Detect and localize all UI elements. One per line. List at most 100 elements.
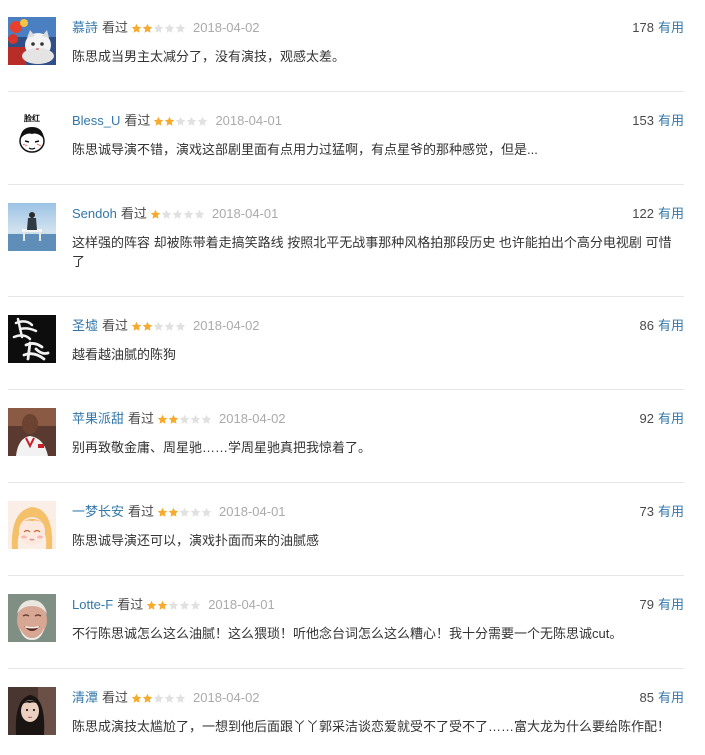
vote-area: 79 有用 bbox=[640, 594, 684, 616]
comment-item: 慕詩 看过 2018-04-02 178 有用 陈思成当男主太减分了，没有演技，… bbox=[8, 0, 684, 92]
watch-status: 看过 bbox=[128, 504, 155, 519]
star-icon bbox=[190, 600, 201, 611]
comment-date: 2018-04-02 bbox=[193, 20, 260, 35]
star-icon bbox=[164, 321, 175, 332]
useful-button[interactable]: 有用 bbox=[658, 408, 684, 430]
star-icon bbox=[161, 209, 172, 220]
watch-status: 看过 bbox=[117, 597, 144, 612]
comment-text: 陈思成当男主太减分了，没有演技，观感太差。 bbox=[72, 49, 346, 64]
star-icon bbox=[179, 414, 190, 425]
star-icon bbox=[175, 321, 186, 332]
user-avatar[interactable] bbox=[8, 203, 56, 251]
username-link[interactable]: Bless_U bbox=[72, 110, 120, 132]
useful-button[interactable]: 有用 bbox=[658, 501, 684, 523]
comment-meta: 苹果派甜 看过 2018-04-02 92 有用 bbox=[72, 408, 684, 430]
comment-date: 2018-04-02 bbox=[219, 411, 286, 426]
comment-meta: Lotte-F 看过 2018-04-01 79 有用 bbox=[72, 594, 684, 616]
useful-button[interactable]: 有用 bbox=[658, 17, 684, 39]
username-link[interactable]: 圣墟 bbox=[72, 315, 98, 337]
user-avatar[interactable] bbox=[8, 17, 56, 65]
username-link[interactable]: Lotte-F bbox=[72, 594, 113, 616]
vote-count: 85 bbox=[639, 690, 654, 705]
star-icon bbox=[179, 507, 190, 518]
comment-meta: 圣墟 看过 2018-04-02 86 有用 bbox=[72, 315, 684, 337]
avatar-caption: 脸红 bbox=[24, 113, 40, 123]
comment-content: 苹果派甜 看过 2018-04-02 92 有用 别再致敬金庸、周星驰……学周星… bbox=[72, 408, 684, 457]
user-avatar[interactable] bbox=[8, 594, 56, 642]
comment-meta: 一梦长安 看过 2018-04-01 73 有用 bbox=[72, 501, 684, 523]
star-icon bbox=[194, 209, 205, 220]
star-icon bbox=[197, 116, 208, 127]
username-link[interactable]: 慕詩 bbox=[72, 17, 98, 39]
star-icon bbox=[153, 116, 164, 127]
comment-list: 慕詩 看过 2018-04-02 178 有用 陈思成当男主太减分了，没有演技，… bbox=[8, 0, 684, 736]
username-link[interactable]: 苹果派甜 bbox=[72, 408, 124, 430]
star-icon bbox=[157, 507, 168, 518]
avatar-image bbox=[8, 594, 56, 642]
comment-item: 脸红 Bless_U 看过 2018-04-01 153 有用 陈思诚导演不错，… bbox=[8, 92, 684, 185]
star-icon bbox=[168, 600, 179, 611]
username-link[interactable]: 一梦长安 bbox=[72, 501, 124, 523]
star-icon bbox=[146, 600, 157, 611]
comment-text: 不行陈思诚怎么这么油腻！这么猥琐！听他念台词怎么这么糟心！我十分需要一个无陈思诚… bbox=[72, 626, 623, 641]
vote-area: 86 有用 bbox=[640, 315, 684, 337]
star-rating bbox=[146, 594, 201, 616]
comment-item: 一梦长安 看过 2018-04-01 73 有用 陈思诚导演还可以，演戏扑面而来… bbox=[8, 483, 684, 576]
star-icon bbox=[164, 693, 175, 704]
comment-date: 2018-04-01 bbox=[211, 206, 279, 221]
user-avatar[interactable]: 脸红 bbox=[8, 110, 56, 158]
star-icon bbox=[142, 693, 153, 704]
vote-area: 122 有用 bbox=[632, 203, 684, 225]
comment-date: 2018-04-01 bbox=[219, 504, 286, 519]
star-icon bbox=[153, 693, 164, 704]
watch-status: 看过 bbox=[124, 113, 151, 128]
useful-button[interactable]: 有用 bbox=[658, 594, 684, 616]
star-rating bbox=[153, 110, 208, 132]
useful-button[interactable]: 有用 bbox=[658, 687, 684, 709]
star-icon bbox=[142, 321, 153, 332]
comment-meta: 慕詩 看过 2018-04-02 178 有用 bbox=[72, 17, 684, 39]
useful-button[interactable]: 有用 bbox=[658, 315, 684, 337]
comment-item: 清潭 看过 2018-04-02 85 有用 陈思成演技太尴尬了，一想到他后面跟… bbox=[8, 669, 684, 736]
vote-count: 86 bbox=[639, 318, 654, 333]
star-icon bbox=[153, 23, 164, 34]
vote-area: 73 有用 bbox=[640, 501, 684, 523]
comment-text: 越看越油腻的陈狗 bbox=[72, 347, 177, 362]
vote-count: 79 bbox=[639, 597, 654, 612]
comment-content: Lotte-F 看过 2018-04-01 79 有用 不行陈思诚怎么这么油腻！… bbox=[72, 594, 684, 643]
username-link[interactable]: Sendoh bbox=[72, 203, 117, 225]
star-icon bbox=[150, 209, 161, 220]
vote-area: 153 有用 bbox=[632, 110, 684, 132]
avatar-image bbox=[8, 17, 56, 65]
comment-content: 清潭 看过 2018-04-02 85 有用 陈思成演技太尴尬了，一想到他后面跟… bbox=[72, 687, 684, 736]
vote-count: 122 bbox=[632, 206, 654, 221]
comment-meta: 清潭 看过 2018-04-02 85 有用 bbox=[72, 687, 684, 709]
avatar-image bbox=[8, 203, 56, 251]
watch-status: 看过 bbox=[128, 411, 155, 426]
star-icon bbox=[142, 23, 153, 34]
watch-status: 看过 bbox=[102, 690, 129, 705]
star-rating bbox=[150, 203, 205, 225]
star-icon bbox=[157, 600, 168, 611]
comment-date: 2018-04-02 bbox=[193, 690, 260, 705]
vote-area: 85 有用 bbox=[640, 687, 684, 709]
useful-button[interactable]: 有用 bbox=[658, 110, 684, 132]
comment-item: 圣墟 看过 2018-04-02 86 有用 越看越油腻的陈狗 bbox=[8, 297, 684, 390]
star-icon bbox=[190, 507, 201, 518]
comment-text: 陈思诚导演还可以，演戏扑面而来的油腻感 bbox=[72, 533, 320, 548]
user-avatar[interactable] bbox=[8, 687, 56, 735]
watch-status: 看过 bbox=[102, 318, 129, 333]
user-avatar[interactable] bbox=[8, 501, 56, 549]
star-rating bbox=[157, 501, 212, 523]
useful-button[interactable]: 有用 bbox=[658, 203, 684, 225]
comment-meta: Bless_U 看过 2018-04-01 153 有用 bbox=[72, 110, 684, 132]
star-icon bbox=[131, 23, 142, 34]
comment-text: 这样强的阵容 却被陈带着走搞笑路线 按照北平无战事那种风格拍那段历史 也许能拍出… bbox=[72, 235, 672, 269]
user-avatar[interactable] bbox=[8, 315, 56, 363]
star-icon bbox=[131, 693, 142, 704]
username-link[interactable]: 清潭 bbox=[72, 687, 98, 709]
star-icon bbox=[175, 693, 186, 704]
user-avatar[interactable] bbox=[8, 408, 56, 456]
comment-item: 苹果派甜 看过 2018-04-02 92 有用 别再致敬金庸、周星驰……学周星… bbox=[8, 390, 684, 483]
vote-area: 178 有用 bbox=[632, 17, 684, 39]
